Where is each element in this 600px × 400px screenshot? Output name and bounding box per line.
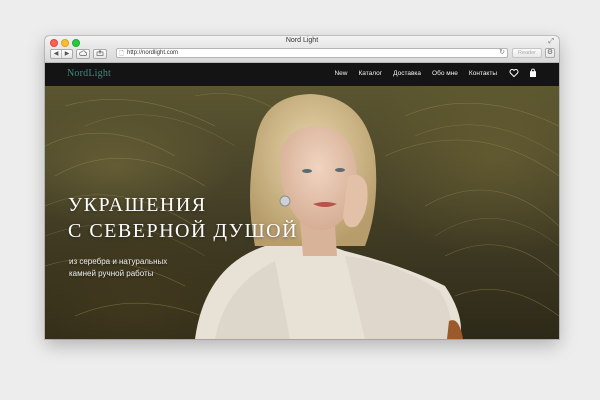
hero-title: УКРАШЕНИЯ С СЕВЕРНОЙ ДУШОЙ xyxy=(68,192,298,244)
menu-item-catalog[interactable]: Каталог xyxy=(358,70,382,77)
browser-window: Nord Light ⤢ ◀ ▶ 🗋 http://nordlight.com … xyxy=(45,36,559,339)
reader-button[interactable]: Reader xyxy=(512,48,542,58)
nav-buttons: ◀ ▶ xyxy=(50,48,73,59)
menu-item-contacts[interactable]: Контакты xyxy=(469,70,497,77)
share-icon xyxy=(96,49,104,56)
gear-icon[interactable]: ⚙ xyxy=(545,48,555,58)
share-button[interactable] xyxy=(93,48,107,59)
hero-banner: УКРАШЕНИЯ С СЕВЕРНОЙ ДУШОЙ из серебра и … xyxy=(45,86,559,339)
hero-subtitle: из серебра и натуральных камней ручной р… xyxy=(69,256,167,280)
heart-icon[interactable] xyxy=(509,68,519,78)
icloud-tabs-button[interactable] xyxy=(76,48,90,59)
reload-icon[interactable]: ↻ xyxy=(499,49,505,57)
hero-subtitle-line-2: камней ручной работы xyxy=(69,269,154,278)
address-bar[interactable]: 🗋 http://nordlight.com ↻ xyxy=(116,48,508,58)
fullscreen-icon[interactable]: ⤢ xyxy=(548,38,554,46)
site-header: NordLight New Каталог Доставка Обо мне К… xyxy=(45,63,559,86)
bag-icon[interactable] xyxy=(528,68,538,78)
browser-chrome: Nord Light ⤢ ◀ ▶ 🗋 http://nordlight.com … xyxy=(45,36,559,63)
menu-item-delivery[interactable]: Доставка xyxy=(393,70,421,77)
page-icon: 🗋 xyxy=(119,51,124,57)
cloud-icon xyxy=(79,49,88,56)
hero-subtitle-line-1: из серебра и натуральных xyxy=(69,257,168,266)
main-menu: New Каталог Доставка Обо мне Контакты xyxy=(334,70,497,77)
forward-button[interactable]: ▶ xyxy=(61,49,72,58)
window-title: Nord Light xyxy=(285,37,319,44)
site-logo[interactable]: NordLight xyxy=(67,68,111,79)
hero-title-line-2: С СЕВЕРНОЙ ДУШОЙ xyxy=(68,220,299,242)
hero-title-line-1: УКРАШЕНИЯ xyxy=(68,194,207,216)
menu-item-about[interactable]: Обо мне xyxy=(432,70,458,77)
address-url: http://nordlight.com xyxy=(127,50,179,56)
menu-item-new[interactable]: New xyxy=(334,70,347,77)
browser-toolbar: ◀ ▶ xyxy=(50,48,107,59)
back-button[interactable]: ◀ xyxy=(51,50,61,58)
